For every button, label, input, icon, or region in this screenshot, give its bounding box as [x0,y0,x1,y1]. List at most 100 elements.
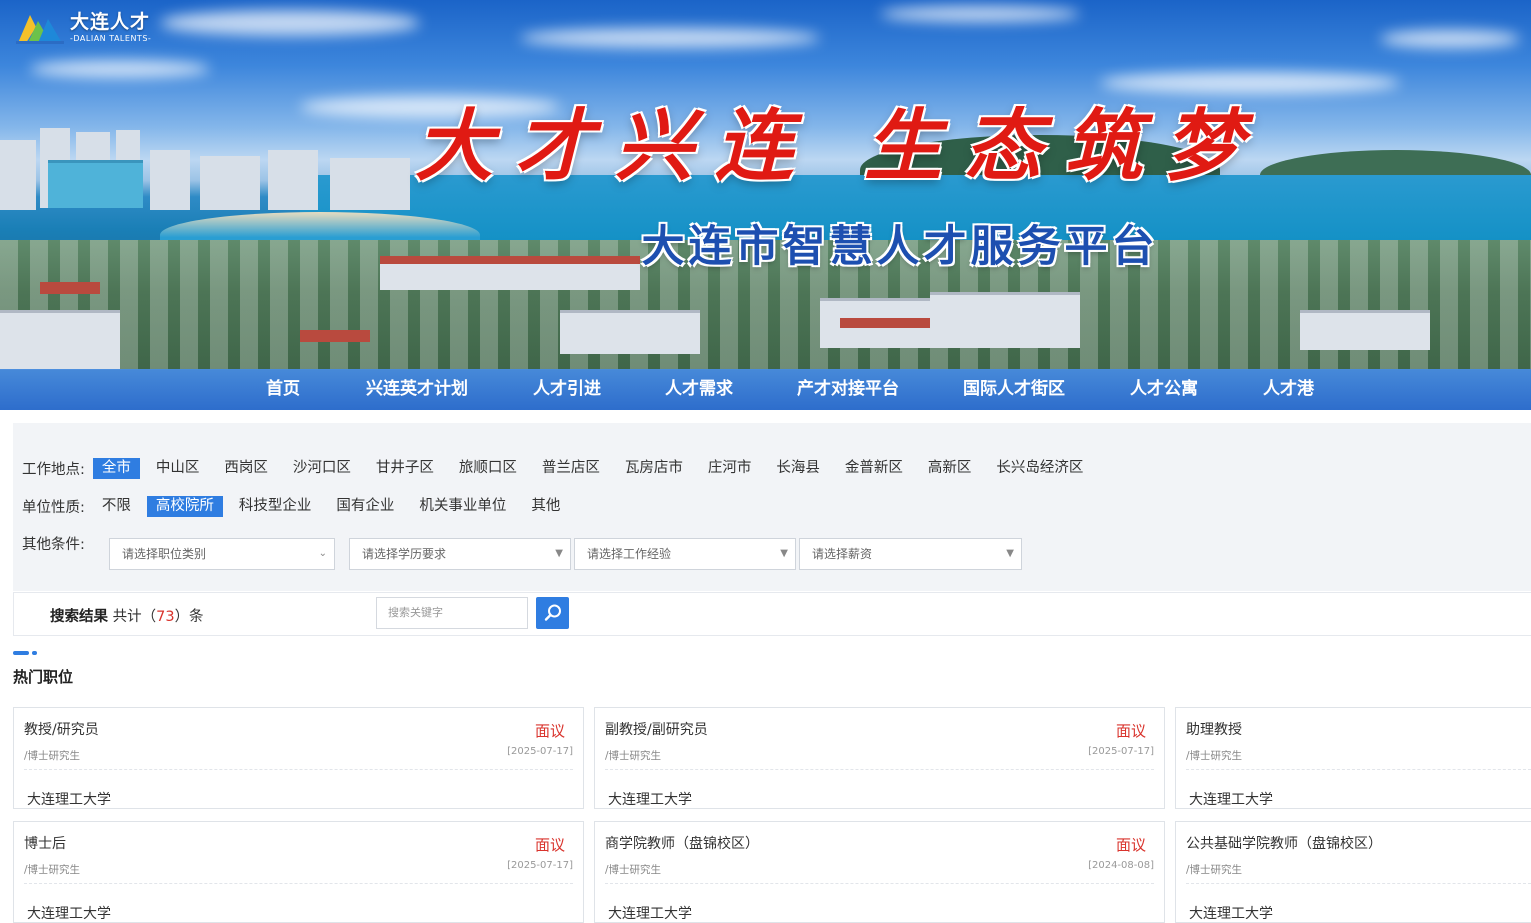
unit-option[interactable]: 高校院所 [146,495,223,517]
building [560,310,700,354]
dalian-talents-logo-icon [16,11,64,45]
caret-down-icon: ⌄ [318,548,327,559]
building [48,160,143,208]
building [150,150,190,210]
keyword-search-input[interactable]: 搜索关键字 [376,597,528,629]
card-divider [1186,883,1531,884]
nav-item-industry-platform[interactable]: 产才对接平台 [797,369,899,410]
cloud [1380,30,1520,48]
job-company: 大连理工大学 [608,906,692,922]
job-title: 博士后 [24,836,66,852]
caret-down-icon: ▼ [780,548,788,559]
job-title: 助理教授 [1186,722,1242,738]
banner-subtitle: 大连市智慧人才服务平台 [641,222,1159,272]
location-option[interactable]: 长海县 [767,458,829,479]
search-icon [544,604,561,621]
job-card[interactable]: 公共基础学院教师（盘锦校区） /博士研究生 大连理工大学 [1175,821,1531,923]
slogan-text: 大才兴连 生态筑梦 [415,101,1265,192]
job-category-select[interactable]: 请选择职位类别 ⌄ [109,538,335,570]
building [930,292,1080,348]
job-card[interactable]: 博士后 面议 /博士研究生 [2025-07-17] 大连理工大学 [13,821,584,923]
nav-item-talent-port[interactable]: 人才港 [1263,369,1314,410]
result-count: 73 [156,609,175,625]
job-education: /博士研究生 [24,864,81,876]
job-salary: 面议 [1115,722,1146,740]
location-option[interactable]: 西岗区 [215,458,277,479]
search-result-summary: 搜索结果 共计（73）条 [50,605,204,626]
cloud [520,28,820,48]
nav-item-international-block[interactable]: 国际人才街区 [963,369,1065,410]
job-title: 副教授/副研究员 [605,722,708,738]
card-divider [605,769,1154,770]
unit-option[interactable]: 科技型企业 [230,496,321,517]
location-option[interactable]: 沙河口区 [284,458,360,479]
job-card[interactable]: 副教授/副研究员 面议 /博士研究生 [2025-07-17] 大连理工大学 [594,707,1165,809]
job-company: 大连理工大学 [1189,792,1273,808]
nav-item-talent-introduction[interactable]: 人才引进 [533,369,601,410]
other-label: 其他条件: [22,536,85,553]
cloud [160,10,420,36]
job-title: 教授/研究员 [24,722,99,738]
location-option[interactable]: 高新区 [919,458,981,479]
select-placeholder: 请选择职位类别 [122,547,207,561]
salary-select[interactable]: 请选择薪资 ▼ [799,538,1022,570]
job-salary: 面议 [1115,836,1146,854]
filter-row-other: 其他条件: [22,532,93,554]
job-title: 商学院教师（盘锦校区） [605,836,759,852]
cloud [30,60,210,78]
location-option[interactable]: 庄河市 [699,458,761,479]
card-divider [1186,769,1531,770]
building [0,310,120,370]
education-select[interactable]: 请选择学历要求 ▼ [349,538,571,570]
roof [40,282,100,294]
building [330,158,410,210]
location-option[interactable]: 普兰店区 [533,458,609,479]
location-option[interactable]: 瓦房店市 [616,458,692,479]
job-date: [2025-07-17] [507,860,573,871]
cloud [880,6,1080,22]
job-company: 大连理工大学 [27,906,111,922]
result-suffix: ）条 [174,609,204,625]
location-option[interactable]: 金普新区 [836,458,912,479]
unit-label: 单位性质: [22,499,85,516]
location-option[interactable]: 旅顺口区 [450,458,526,479]
unit-option[interactable]: 国有企业 [327,496,403,517]
result-prefix: 共计（ [112,609,157,625]
job-company: 大连理工大学 [1189,906,1273,922]
location-option[interactable]: 甘井子区 [367,458,443,479]
nav-item-talent-apartment[interactable]: 人才公寓 [1130,369,1198,410]
roof [840,318,930,328]
search-button[interactable] [536,597,569,629]
caret-down-icon: ▼ [1006,548,1014,559]
experience-select[interactable]: 请选择工作经验 ▼ [574,538,796,570]
unit-option[interactable]: 其他 [522,496,569,517]
hot-jobs-title: 热门职位 [13,668,74,686]
job-date: [2025-07-17] [507,746,573,757]
job-education: /博士研究生 [605,750,662,762]
location-option[interactable]: 全市 [92,457,140,479]
select-placeholder: 请选择学历要求 [362,547,447,561]
location-option[interactable]: 中山区 [147,458,209,479]
search-placeholder: 搜索关键字 [388,606,443,619]
select-placeholder: 请选择工作经验 [587,547,672,561]
job-card[interactable]: 商学院教师（盘锦校区） 面议 /博士研究生 [2024-08-08] 大连理工大… [594,821,1165,923]
main-nav: 首页 兴连英才计划 人才引进 人才需求 产才对接平台 国际人才街区 人才公寓 人… [0,369,1531,410]
job-education: /博士研究生 [605,864,662,876]
job-card[interactable]: 助理教授 /博士研究生 大连理工大学 [1175,707,1531,809]
nav-item-home[interactable]: 首页 [266,369,300,410]
unit-option[interactable]: 不限 [93,496,140,517]
building [1300,310,1430,350]
filter-row-unit: 单位性质: 不限 高校院所 科技型企业 国有企业 机关事业单位 其他 [22,495,576,517]
header-banner: 大连人才 -DALIAN TALENTS- 大才兴连 生态筑梦 大连市智慧人才服… [0,0,1531,410]
job-title: 公共基础学院教师（盘锦校区） [1186,836,1382,852]
nav-item-talent-plan[interactable]: 兴连英才计划 [366,369,468,410]
location-option[interactable]: 长兴岛经济区 [987,458,1092,479]
card-divider [24,769,573,770]
unit-option[interactable]: 机关事业单位 [410,496,515,517]
job-card[interactable]: 教授/研究员 面议 /博士研究生 [2025-07-17] 大连理工大学 [13,707,584,809]
site-logo[interactable]: 大连人才 -DALIAN TALENTS- [16,10,151,46]
search-bar: 搜索结果 共计（73）条 搜索关键字 [13,592,1531,636]
job-salary: 面议 [534,722,565,740]
logo-subtitle: -DALIAN TALENTS- [70,34,152,43]
nav-item-talent-demand[interactable]: 人才需求 [665,369,733,410]
